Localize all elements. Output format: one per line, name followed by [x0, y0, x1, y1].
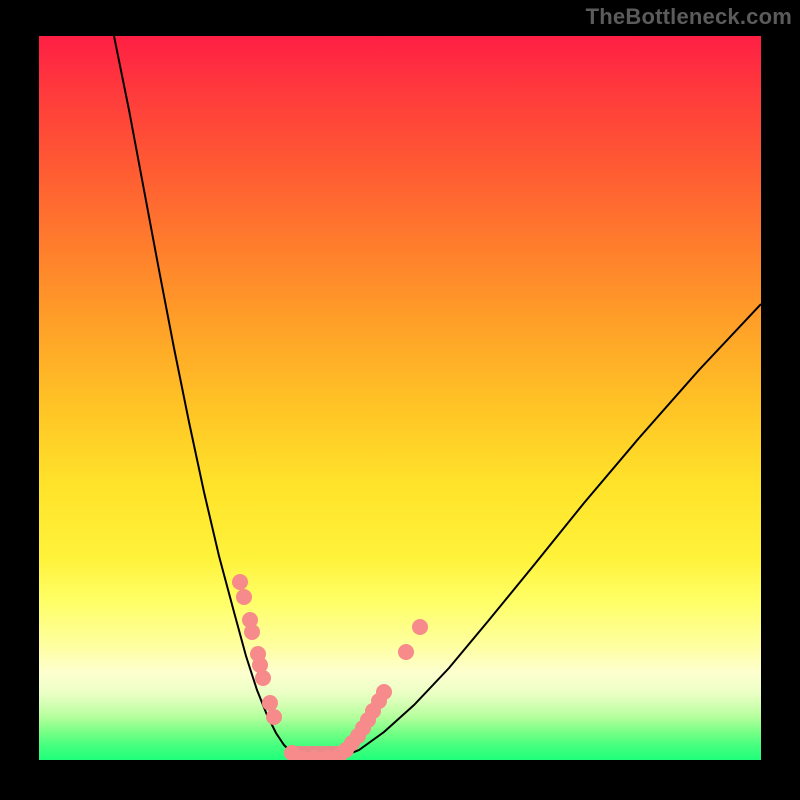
data-point-marker: [398, 644, 414, 660]
marker-cluster: [232, 574, 428, 760]
data-point-marker: [262, 695, 278, 711]
watermark-text: TheBottleneck.com: [586, 4, 792, 30]
chart-frame: TheBottleneck.com: [0, 0, 800, 800]
plot-area: [39, 36, 761, 760]
data-point-marker: [232, 574, 248, 590]
data-point-marker: [376, 684, 392, 700]
data-point-marker: [236, 589, 252, 605]
curve-group: [114, 36, 761, 760]
data-point-marker: [412, 619, 428, 635]
data-point-marker: [266, 709, 282, 725]
bottleneck-curve: [114, 36, 761, 758]
data-point-marker: [244, 624, 260, 640]
chart-svg: [39, 36, 761, 760]
data-point-marker: [255, 670, 271, 686]
